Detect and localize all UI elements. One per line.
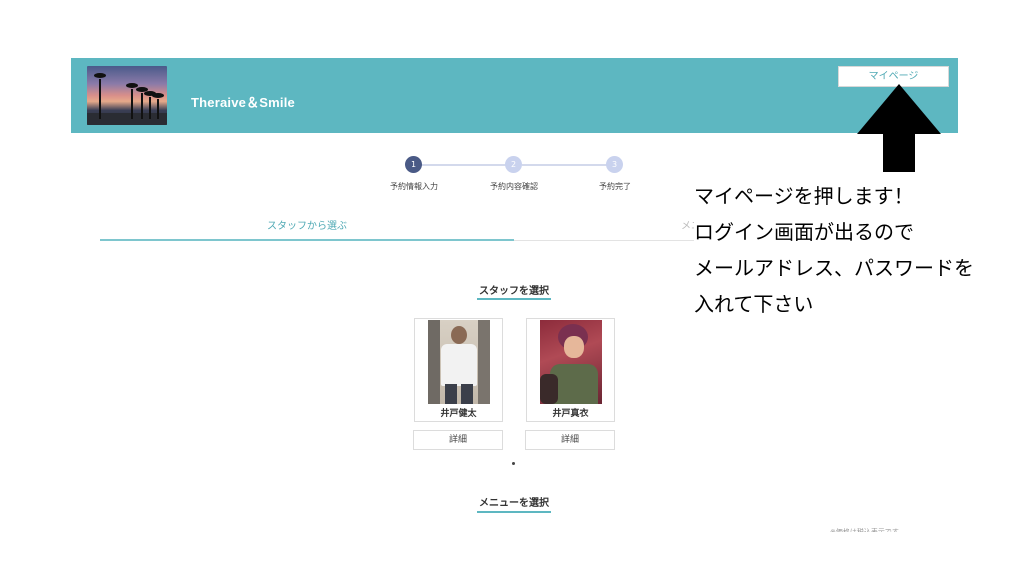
step-1-indicator: 1: [405, 156, 422, 173]
brand-name: Theraive＆Smile: [191, 95, 295, 110]
section-underline: [477, 511, 551, 513]
step-2-indicator: 2: [505, 156, 522, 173]
staff-detail-button[interactable]: 詳細: [413, 430, 503, 450]
step-2-label: 予約内容確認: [490, 182, 538, 191]
step-3-indicator: 3: [606, 156, 623, 173]
step-1-label: 予約情報入力: [390, 182, 438, 191]
section-underline: [477, 298, 551, 300]
tax-note: ※価格は税込表示です: [830, 528, 899, 532]
arrow-up-icon: [857, 84, 941, 172]
staff-photo: [540, 320, 602, 404]
staff-photo: [428, 320, 490, 404]
pagination-dot[interactable]: [512, 462, 515, 465]
staff-section-title: スタッフを選択: [479, 286, 549, 297]
tab-select-staff[interactable]: スタッフから選ぶ: [267, 217, 347, 232]
step-connector: [522, 164, 614, 166]
staff-name: 井戸真衣: [552, 409, 589, 419]
step-3-label: 予約完了: [599, 182, 631, 191]
staff-card[interactable]: 井戸健太: [414, 318, 503, 422]
staff-card[interactable]: 井戸真衣: [526, 318, 615, 422]
staff-name: 井戸健太: [440, 409, 477, 419]
shop-logo-image[interactable]: [87, 66, 167, 125]
site-header: Theraive＆Smile マイページ: [71, 58, 958, 133]
staff-detail-button[interactable]: 詳細: [525, 430, 615, 450]
instruction-annotation: マイページを押します！ ログイン画面が出るので メールアドレス、パスワードを 入…: [694, 178, 1014, 322]
step-connector: [421, 164, 513, 166]
tab-active-indicator: [100, 239, 514, 241]
menu-section-title: メニューを選択: [479, 498, 549, 509]
